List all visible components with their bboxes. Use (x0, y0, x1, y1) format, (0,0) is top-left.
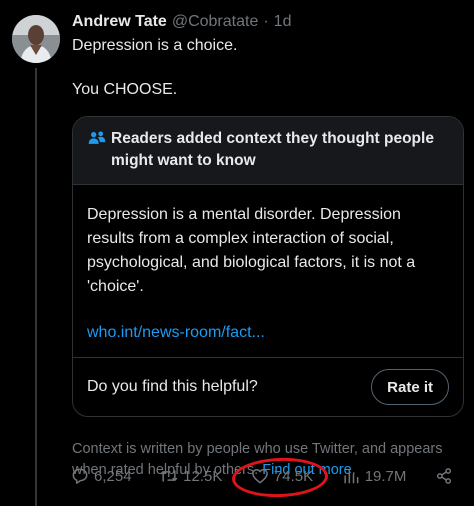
thread-line (35, 68, 37, 506)
share-button[interactable] (434, 466, 454, 486)
view-count: 19.7M (364, 467, 407, 485)
views-button[interactable]: 19.7M (341, 466, 407, 486)
users-icon (88, 131, 106, 144)
retweet-button[interactable]: 12.5K (159, 466, 222, 486)
community-note-source-link[interactable]: who.int/news-room/fact... (87, 321, 449, 345)
community-note-body: Depression is a mental disorder. Depress… (73, 185, 463, 357)
community-note-footer: Do you find this helpful? Rate it (73, 357, 463, 416)
tweet-text: Depression is a choice. You CHOOSE. (72, 35, 464, 101)
avatar[interactable] (12, 15, 60, 63)
community-note: Readers added context they thought peopl… (72, 116, 464, 417)
avatar-image (12, 15, 60, 63)
reply-button[interactable]: 6,254 (70, 466, 132, 486)
reply-count: 6,254 (94, 467, 132, 485)
share-icon (436, 468, 452, 484)
author-name[interactable]: Andrew Tate (72, 12, 167, 32)
tweet-text-line: You CHOOSE. (72, 81, 178, 98)
reply-icon (72, 468, 88, 484)
community-note-text: Depression is a mental disorder. Depress… (87, 206, 416, 295)
rate-it-button[interactable]: Rate it (371, 369, 449, 405)
community-note-header: Readers added context they thought peopl… (73, 117, 463, 185)
retweet-icon (160, 470, 178, 482)
tweet-text-line: Depression is a choice. (72, 37, 238, 54)
tweet-header: Andrew Tate @Cobratate · 1d (72, 12, 464, 32)
tweet: Andrew Tate @Cobratate · 1d Depression i… (72, 12, 464, 481)
analytics-icon (344, 469, 359, 484)
community-note-title: Readers added context they thought peopl… (111, 130, 434, 169)
helpful-question: Do you find this helpful? (87, 378, 258, 395)
separator-dot: · (263, 13, 269, 30)
author-handle[interactable]: @Cobratate (172, 12, 259, 32)
tweet-timestamp[interactable]: 1d (274, 12, 292, 32)
retweet-count: 12.5K (183, 467, 223, 485)
